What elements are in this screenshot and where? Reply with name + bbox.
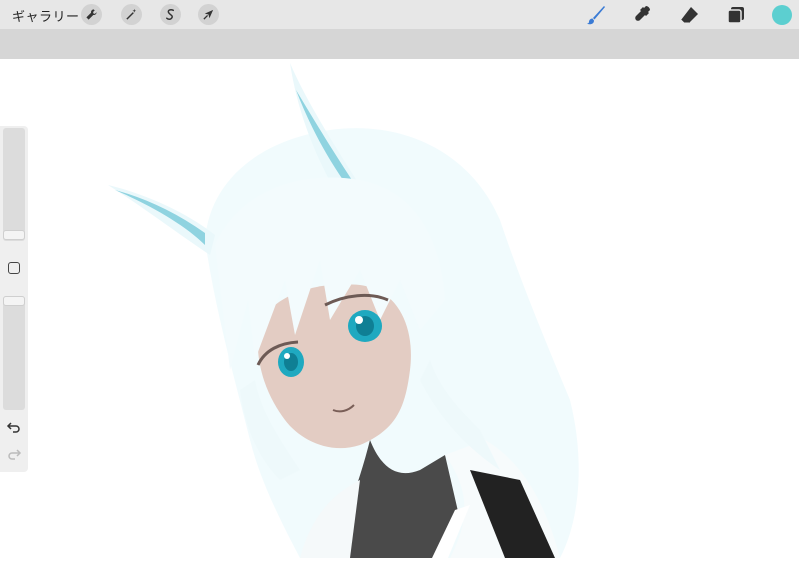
brush-size-slider[interactable] [3,128,25,241]
magic-wand-icon[interactable] [121,4,142,25]
opacity-slider-thumb[interactable] [3,296,25,306]
layers-icon[interactable] [725,4,747,26]
brush-icon[interactable] [585,4,607,26]
selection-icon[interactable] [160,4,181,25]
drawing-canvas[interactable] [0,59,799,558]
undo-icon[interactable] [6,419,22,435]
top-toolbar: ギャラリー [0,0,799,29]
color-picker-swatch[interactable] [772,5,792,25]
eraser-icon[interactable] [678,4,700,26]
gallery-button[interactable]: ギャラリー [12,6,80,25]
square-modifier-icon[interactable] [8,262,20,274]
opacity-slider[interactable] [3,296,25,410]
brush-size-slider-thumb[interactable] [3,230,25,240]
transform-arrow-icon[interactable] [198,4,219,25]
wrench-icon[interactable] [81,4,102,25]
side-toolbar [0,126,28,472]
reference-bar [0,29,799,59]
redo-icon[interactable] [6,446,22,462]
smudge-icon[interactable] [632,4,654,26]
artwork-illustration [108,63,579,558]
